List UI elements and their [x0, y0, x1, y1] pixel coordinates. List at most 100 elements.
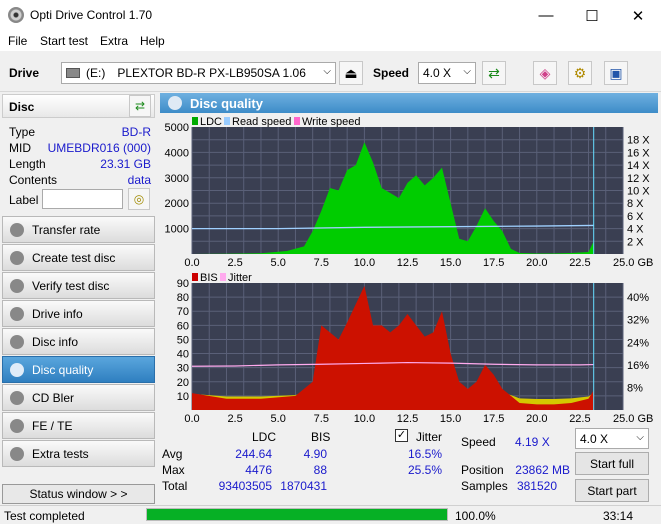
- total-bis: 1870431: [280, 479, 327, 493]
- test-speed-value: 4.0 X: [580, 431, 609, 446]
- y-left-tick-label: 2000: [165, 198, 189, 210]
- chevron-down-icon: ⌵: [636, 432, 644, 443]
- speed-select[interactable]: 4.0 X ⌵: [418, 62, 476, 84]
- refresh-button[interactable]: ⇄: [482, 61, 506, 85]
- disc-label-input[interactable]: [42, 189, 123, 209]
- y-left-tick-label: 50: [177, 334, 189, 346]
- disc-label-button[interactable]: ◎: [128, 188, 150, 210]
- speed-label: Speed: [373, 66, 410, 80]
- max-label: Max: [162, 463, 185, 477]
- y-right-tick-label: 24%: [627, 337, 649, 349]
- disc-contents-value: data: [127, 173, 151, 187]
- menu-extra[interactable]: Extra: [100, 34, 128, 48]
- nav-fe-te[interactable]: FE / TE: [2, 412, 155, 439]
- y-left-tick-label: 60: [177, 320, 189, 332]
- nav-label: Extra tests: [32, 446, 89, 461]
- nav-extra-tests[interactable]: Extra tests: [2, 440, 155, 467]
- eject-icon: ⏏: [344, 64, 358, 81]
- legend-bis-swatch: [192, 273, 198, 281]
- disc-length-value: 23.31 GB: [100, 157, 151, 171]
- erase-button[interactable]: ◈: [533, 61, 557, 85]
- menu-file[interactable]: File: [8, 34, 27, 48]
- speed-select-value: 4.0 X: [423, 66, 452, 80]
- start-full-button[interactable]: Start full: [575, 452, 649, 475]
- total-label: Total: [162, 479, 188, 493]
- y-left-tick-label: 1000: [165, 224, 189, 236]
- position-value: 23862 MB: [515, 463, 570, 477]
- jitter-checkbox[interactable]: ✓: [395, 429, 408, 442]
- x-tick-label: 5.0: [271, 257, 286, 269]
- x-tick-label: 15.0: [440, 413, 461, 425]
- y-right-tick-label: 10 X: [627, 186, 650, 198]
- nav-verify-test-disc[interactable]: Verify test disc: [2, 272, 155, 299]
- nav-drive-info[interactable]: Drive info: [2, 300, 155, 327]
- x-tick-label: 22.5: [569, 413, 590, 425]
- legend-ldc: LDC: [200, 116, 222, 128]
- x-tick-label: 0.0: [184, 413, 199, 425]
- legend-ldc-swatch: [192, 117, 198, 125]
- x-tick-label: 12.5: [397, 257, 418, 269]
- ldc-legend: LDC Read speed Write speed: [192, 116, 361, 128]
- x-tick-label: 7.5: [314, 413, 329, 425]
- nav-transfer-rate[interactable]: Transfer rate: [2, 216, 155, 243]
- disc-icon: [10, 418, 24, 433]
- nav-label: Disc quality: [32, 362, 94, 377]
- nav-label: CD Bler: [32, 390, 75, 405]
- test-speed-select[interactable]: 4.0 X ⌵: [575, 428, 649, 449]
- legend-read: Read speed: [232, 116, 291, 128]
- disc-header-label: Disc: [9, 100, 35, 114]
- disc-icon: [168, 96, 182, 110]
- start-part-button[interactable]: Start part: [575, 479, 649, 502]
- speed-stat-label: Speed: [461, 435, 496, 449]
- disc-icon: [10, 390, 24, 405]
- close-button[interactable]: ✕: [615, 0, 661, 31]
- y-right-tick-label: 8 X: [627, 198, 644, 210]
- x-tick-label: 17.5: [483, 257, 504, 269]
- disc-refresh-button[interactable]: ⇄: [129, 95, 151, 117]
- panel-title: Disc quality: [190, 95, 263, 111]
- y-right-tick-label: 16%: [627, 360, 649, 372]
- nav-cd-bler[interactable]: CD Bler: [2, 384, 155, 411]
- ldc-x-ticks: 0.0 2.5 5.0 7.5 10.0 12.5 15.0 17.5 20.0 22.5 25.0…: [184, 257, 653, 269]
- x-tick-label: 20.0: [526, 257, 547, 269]
- max-ldc: 4476: [245, 463, 272, 477]
- maximize-button[interactable]: ☐: [569, 0, 615, 31]
- samples-label: Samples: [461, 479, 508, 493]
- menu-help[interactable]: Help: [140, 34, 165, 48]
- y-left-tick-label: 10: [177, 391, 189, 403]
- disc-icon: [10, 446, 24, 461]
- chevron-down-icon: ⌵: [323, 66, 331, 77]
- bis-chart: BIS Jitter 0.0 2.5 5.0 7.5 10.0 12.5 15.0 17.5 2…: [177, 272, 654, 425]
- x-tick-label: 10.0: [354, 413, 375, 425]
- nav-label: Verify test disc: [32, 278, 110, 293]
- progress-bar: [146, 508, 448, 521]
- settings-button[interactable]: ⚙: [568, 61, 592, 85]
- y-right-tick-label: 14 X: [627, 160, 650, 172]
- y-left-tick-label: 20: [177, 377, 189, 389]
- minimize-button[interactable]: —: [523, 0, 569, 31]
- chevron-down-icon: ⌵: [463, 66, 471, 77]
- menu-start-test[interactable]: Start test: [40, 34, 88, 48]
- y-left-tick-label: 90: [177, 278, 189, 290]
- nav-label: Disc info: [32, 334, 79, 349]
- nav-disc-info[interactable]: Disc info: [2, 328, 155, 355]
- save-button[interactable]: ▣: [604, 61, 628, 85]
- disc-icon: [10, 250, 24, 265]
- eject-button[interactable]: ⏏: [339, 61, 363, 85]
- y-right-tick-label: 4 X: [627, 224, 644, 236]
- x-tick-label: 25.0 GB: [613, 413, 653, 425]
- bis-y-left-ticks: 90 80 70 60 50 40 30 20 10: [177, 278, 189, 403]
- status-window-button[interactable]: Status window > >: [2, 484, 155, 504]
- drive-name: PLEXTOR BD-R PX-LB950SA 1.06: [117, 66, 306, 80]
- x-tick-label: 2.5: [227, 413, 242, 425]
- drive-select[interactable]: (E:) PLEXTOR BD-R PX-LB950SA 1.06 ⌵: [61, 62, 336, 84]
- nav-disc-quality[interactable]: Disc quality: [2, 356, 155, 383]
- y-left-tick-label: 30: [177, 363, 189, 375]
- y-left-tick-label: 40: [177, 349, 189, 361]
- nav-create-test-disc[interactable]: Create test disc: [2, 244, 155, 271]
- nav-label: Transfer rate: [32, 222, 101, 237]
- y-right-tick-label: 2 X: [627, 236, 644, 248]
- disc-icon: [10, 278, 24, 293]
- y-left-tick-label: 5000: [165, 122, 189, 134]
- drive-letter: (E:): [86, 66, 106, 80]
